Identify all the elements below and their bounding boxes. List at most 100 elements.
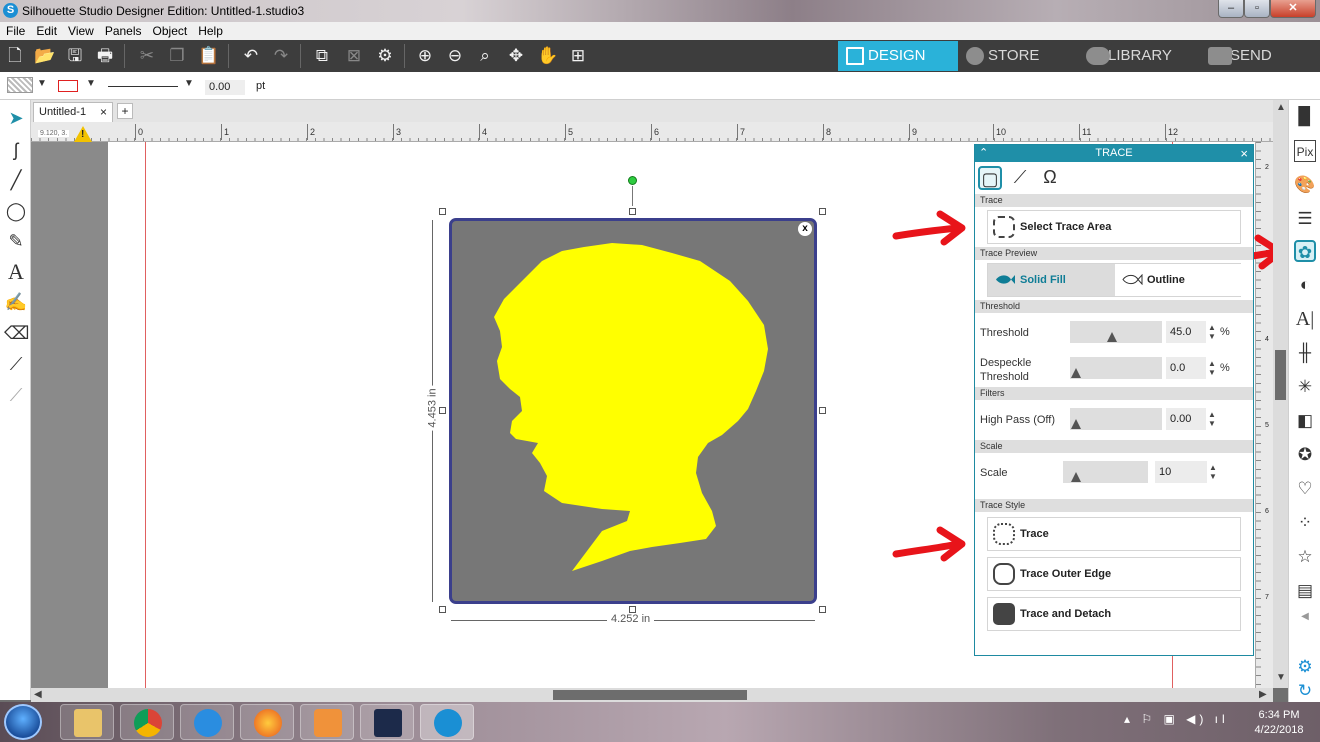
menu-object[interactable]: Object bbox=[147, 22, 193, 38]
maximize-button[interactable]: ▫ bbox=[1244, 0, 1270, 18]
menu-file[interactable]: File bbox=[0, 22, 30, 38]
pan-arrows-icon[interactable]: ✥ bbox=[505, 45, 527, 67]
despeckle-slider[interactable] bbox=[1070, 357, 1162, 379]
select-trace-area-button[interactable]: Select Trace Area bbox=[987, 210, 1241, 244]
horizontal-scrollbar[interactable]: ◀ ▶ bbox=[31, 688, 1273, 702]
new-tab-button[interactable]: + bbox=[117, 103, 133, 119]
clock[interactable]: 6:34 PM 4/22/2018 bbox=[1244, 708, 1314, 738]
scroll-down-icon[interactable]: ▼ bbox=[1276, 672, 1286, 683]
slider-knob[interactable] bbox=[1071, 472, 1082, 482]
trace-button[interactable]: Trace bbox=[987, 517, 1241, 551]
modify-icon[interactable]: ◧ bbox=[1294, 410, 1316, 432]
text-style-icon[interactable]: A| bbox=[1294, 308, 1316, 330]
spinner-arrows-icon[interactable]: ▲ ▼ bbox=[1208, 323, 1216, 341]
high-pass-value-input[interactable]: 0.00 bbox=[1166, 408, 1206, 430]
resize-handle[interactable] bbox=[819, 407, 826, 414]
scroll-up-icon[interactable]: ▲ bbox=[1276, 102, 1286, 113]
vertical-scrollbar[interactable]: ▲ ▼ bbox=[1273, 100, 1288, 688]
zoom-out-icon[interactable]: ⊖ bbox=[444, 45, 466, 67]
pixscan-icon[interactable]: Pix bbox=[1294, 140, 1316, 162]
despeckle-value-input[interactable]: 0.0 bbox=[1166, 357, 1206, 379]
page-setup-icon[interactable]: ▉ bbox=[1294, 106, 1316, 128]
palette-icon[interactable]: 🎨 bbox=[1294, 174, 1316, 196]
tab-design[interactable]: DESIGN bbox=[838, 41, 958, 71]
sketch-dots-icon[interactable]: ⁘ bbox=[1294, 512, 1316, 534]
outline-option[interactable]: Outline bbox=[1115, 264, 1242, 296]
sync-icon[interactable]: ↻ bbox=[1294, 680, 1316, 702]
line-width-input[interactable]: 0.00 bbox=[205, 80, 245, 95]
collapse-left-icon[interactable]: ◀ bbox=[1294, 606, 1316, 628]
fit-to-page-icon[interactable]: ⊞ bbox=[567, 45, 589, 67]
menu-panels[interactable]: Panels bbox=[99, 22, 147, 38]
chevron-down-icon[interactable]: ▼ bbox=[37, 78, 47, 89]
select-arrow-icon[interactable]: ➤ bbox=[4, 106, 28, 130]
align-icon[interactable]: ╫ bbox=[1294, 342, 1316, 364]
menu-edit[interactable]: Edit bbox=[30, 22, 62, 38]
chevron-down-icon[interactable]: ▼ bbox=[184, 78, 194, 89]
taskbar-media-player[interactable] bbox=[300, 704, 354, 740]
threshold-value-input[interactable]: 45.0 bbox=[1166, 321, 1206, 343]
print-icon[interactable]: 🖶 bbox=[94, 45, 116, 67]
document-tab[interactable]: Untitled-1 × bbox=[33, 102, 113, 122]
hand-icon[interactable]: ✋ bbox=[537, 45, 559, 67]
scroll-right-icon[interactable]: ▶ bbox=[1259, 689, 1267, 700]
group-icon[interactable]: ⧉ bbox=[311, 45, 333, 67]
eyedropper-tool-icon[interactable]: ⟋ bbox=[4, 383, 28, 407]
trace-outer-edge-button[interactable]: Trace Outer Edge bbox=[987, 557, 1241, 591]
system-tray-icons[interactable]: ▴ ⚐ ▣ ◀) ıl bbox=[1124, 712, 1229, 726]
eyedropper-icon[interactable]: ⟋ bbox=[1008, 166, 1032, 190]
scale-slider[interactable] bbox=[1063, 461, 1148, 483]
magnet-icon[interactable]: Ω bbox=[1038, 166, 1062, 190]
line-tool-icon[interactable]: ╱ bbox=[4, 168, 28, 192]
taskbar-chrome[interactable] bbox=[120, 704, 174, 740]
chevron-down-icon[interactable]: ▼ bbox=[86, 78, 96, 89]
copy-icon[interactable]: ❐ bbox=[166, 45, 188, 67]
favorite-star-icon[interactable]: ☆ bbox=[1294, 546, 1316, 568]
save-icon[interactable]: 🖫 bbox=[64, 45, 86, 67]
slider-knob[interactable] bbox=[1107, 332, 1117, 342]
knife-tool-icon[interactable]: ⟋ bbox=[4, 352, 28, 376]
scrollbar-thumb[interactable] bbox=[1275, 350, 1286, 400]
trace-mode-icon[interactable]: ▢ bbox=[978, 166, 1002, 190]
resize-handle[interactable] bbox=[819, 606, 826, 613]
rhinestone-heart-icon[interactable]: ♡ bbox=[1294, 478, 1316, 500]
taskbar-firefox[interactable] bbox=[240, 704, 294, 740]
spinner-arrows-icon[interactable]: ▲ ▼ bbox=[1208, 359, 1216, 377]
tab-library[interactable]: LIBRARY bbox=[1078, 41, 1198, 71]
paste-icon[interactable]: 📋 bbox=[198, 45, 220, 67]
resize-handle[interactable] bbox=[439, 208, 446, 215]
offset-star-icon[interactable]: ✪ bbox=[1294, 444, 1316, 466]
slider-knob[interactable] bbox=[1071, 368, 1081, 378]
replicate-icon[interactable]: ⚙ bbox=[374, 45, 396, 67]
contrast-icon[interactable]: ◐ bbox=[1294, 274, 1316, 296]
high-pass-slider[interactable] bbox=[1070, 408, 1162, 430]
zoom-in-icon[interactable]: ⊕ bbox=[414, 45, 436, 67]
slider-knob[interactable] bbox=[1071, 419, 1081, 429]
pencil-tool-icon[interactable]: ✎ bbox=[4, 229, 28, 253]
collapse-caret-icon[interactable]: ⌃ bbox=[979, 145, 988, 162]
menu-view[interactable]: View bbox=[62, 22, 99, 38]
line-style-icon[interactable]: ☰ bbox=[1294, 208, 1316, 230]
replicate-star-icon[interactable]: ✳ bbox=[1294, 376, 1316, 398]
tab-send[interactable]: SEND bbox=[1200, 41, 1320, 71]
open-folder-icon[interactable]: 📂 bbox=[34, 45, 56, 67]
resize-handle[interactable] bbox=[439, 407, 446, 414]
close-tab-icon[interactable]: × bbox=[100, 105, 107, 119]
cut-icon[interactable]: ✂ bbox=[136, 45, 158, 67]
library-stack-icon[interactable]: ▤ bbox=[1294, 580, 1316, 602]
fill-color-swatch[interactable] bbox=[7, 77, 33, 93]
taskbar-ie[interactable] bbox=[180, 704, 234, 740]
resize-handle[interactable] bbox=[439, 606, 446, 613]
warning-icon[interactable]: ! bbox=[74, 126, 92, 142]
close-window-button[interactable]: ✕ bbox=[1270, 0, 1316, 18]
resize-handle[interactable] bbox=[629, 208, 636, 215]
rotate-handle[interactable] bbox=[628, 176, 637, 185]
delete-object-button[interactable]: x bbox=[798, 222, 812, 236]
taskbar-silhouette-studio[interactable] bbox=[420, 704, 474, 740]
new-file-icon[interactable]: 🗋 bbox=[4, 45, 26, 67]
line-style-preview[interactable] bbox=[108, 86, 178, 87]
tab-store[interactable]: STORE bbox=[958, 41, 1078, 71]
threshold-slider[interactable] bbox=[1070, 321, 1162, 343]
zoom-select-icon[interactable]: ⌕ bbox=[474, 45, 496, 67]
trace-and-detach-button[interactable]: Trace and Detach bbox=[987, 597, 1241, 631]
